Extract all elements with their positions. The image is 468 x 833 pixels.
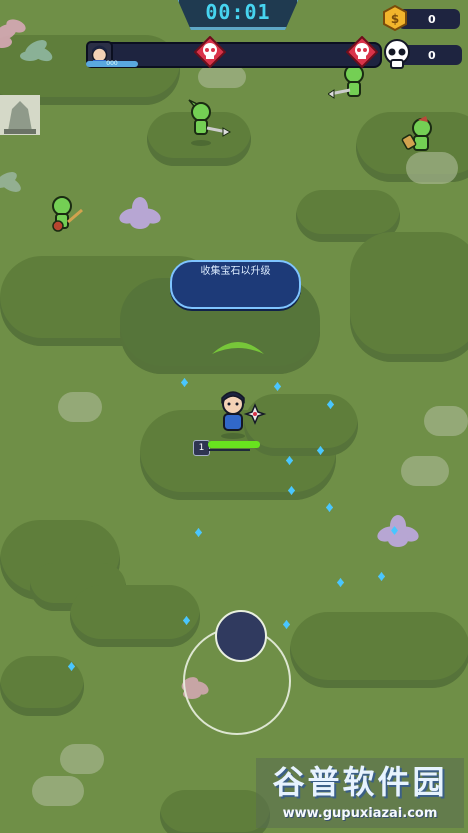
- goblin-enemy: [188, 99, 231, 146]
- flower-plant-icon: [0, 172, 21, 192]
- flower-plant-icon: [377, 515, 419, 547]
- gem-icon: [181, 378, 188, 387]
- statue-icon: [0, 95, 40, 135]
- stone: [32, 776, 84, 806]
- survival-timer: 00:01: [205, 0, 271, 24]
- coin-icon: $: [383, 5, 407, 31]
- skull-icon: [384, 39, 410, 69]
- game-world: 1 收集宝石以升级 00:01 000 $ 0 0 谷普软件园 www.gupu…: [0, 0, 468, 833]
- gem-icon: [195, 528, 202, 537]
- hint-text: 收集宝石以升级: [200, 266, 271, 277]
- gem-icon: [326, 503, 333, 512]
- stone: [58, 392, 102, 422]
- hint-bubble: 收集宝石以升级: [170, 260, 301, 309]
- shuriken-icon: [243, 403, 267, 425]
- flower-plant-icon: [119, 197, 161, 229]
- bush: [290, 612, 468, 688]
- kill-count: 0: [428, 49, 436, 62]
- stone: [401, 456, 449, 486]
- stone: [60, 744, 104, 774]
- gem-icon: [274, 382, 281, 391]
- stone: [424, 406, 468, 436]
- goblin-enemy: [401, 116, 432, 151]
- stone: [198, 66, 246, 88]
- player-hero: [221, 391, 267, 439]
- coin-count: 0: [428, 13, 436, 26]
- bush: [70, 585, 200, 647]
- player-level-label: 000: [86, 61, 138, 67]
- svg-text:$: $: [391, 12, 399, 26]
- bush: [160, 790, 270, 833]
- player-health-fill: [208, 441, 260, 448]
- boss-skull-icon: [346, 36, 378, 68]
- gem-icon: [283, 620, 290, 629]
- slash-effect: [212, 342, 264, 354]
- bush: [350, 232, 468, 362]
- player-health-bar: [208, 441, 260, 448]
- watermark-url: www.gupuxiazai.com: [282, 806, 438, 821]
- gem-icon: [378, 572, 385, 581]
- player-xp-bar: [208, 449, 250, 451]
- flower-plant-icon: [20, 40, 53, 62]
- gem-icon: [337, 578, 344, 587]
- virtual-joystick-knob[interactable]: [215, 610, 267, 662]
- watermark-logo: 谷普软件园: [272, 763, 448, 801]
- boss-skull-icon: [194, 36, 226, 68]
- goblin-enemy: [52, 196, 83, 232]
